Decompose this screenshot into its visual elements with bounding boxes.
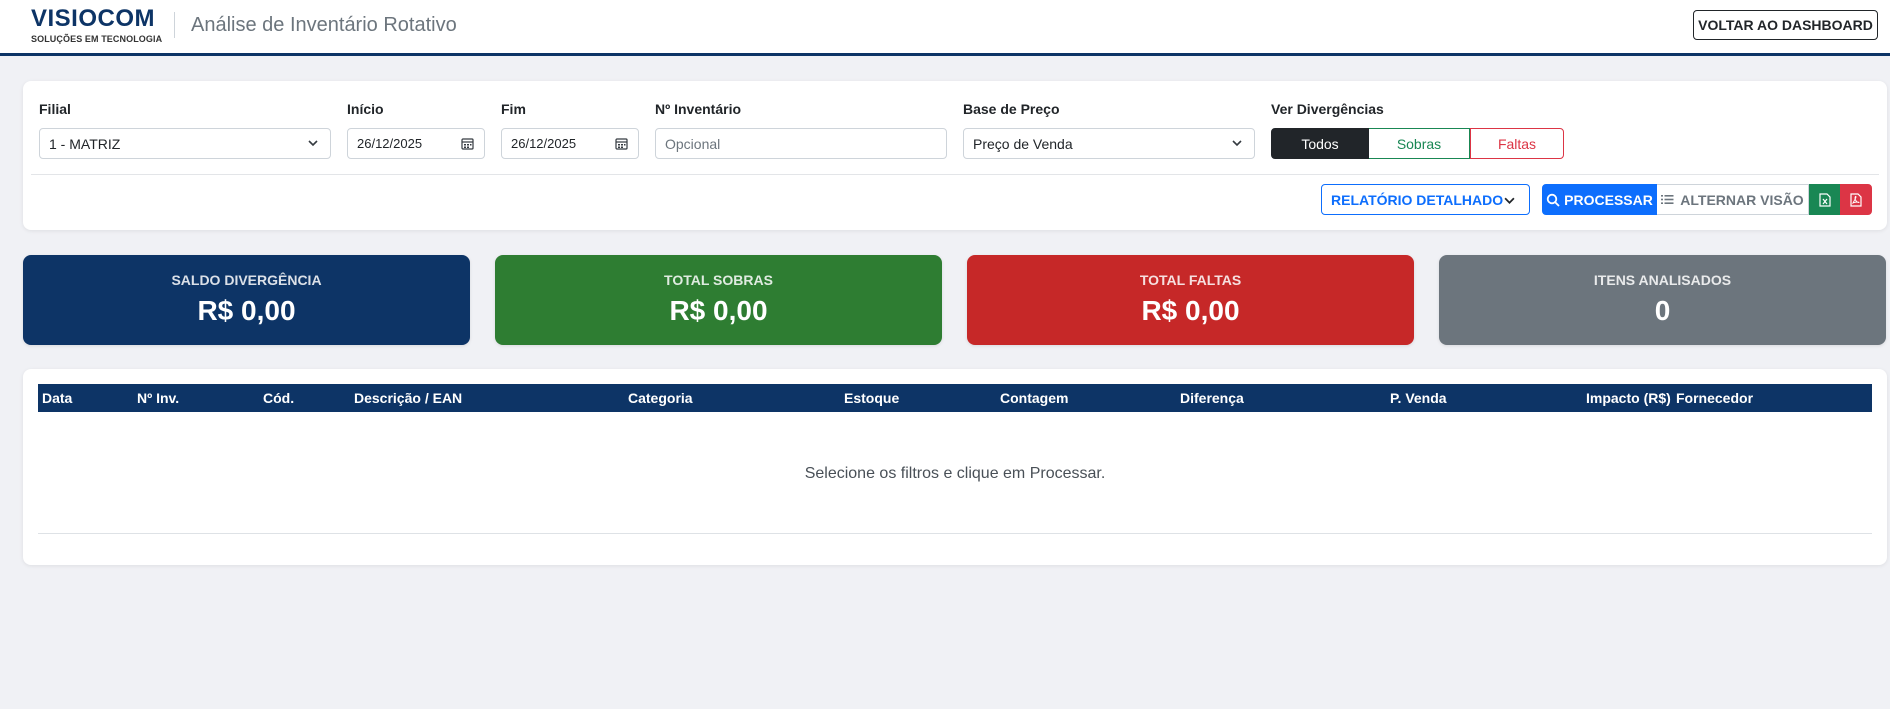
chevron-down-icon — [1232, 140, 1242, 147]
processar-button[interactable]: PROCESSAR — [1542, 184, 1657, 215]
col-categoria[interactable]: Categoria — [628, 390, 693, 406]
inventario-label: Nº Inventário — [655, 101, 742, 117]
kpi-label: ITENS ANALISADOS — [1593, 272, 1732, 288]
top-navbar: VISIOCOM SOLUÇÕES EM TECNOLOGIA Análise … — [0, 0, 1890, 56]
kpi-itens-analisados: ITENS ANALISADOS 0 — [1439, 255, 1886, 345]
fim-date-input[interactable]: 26/12/2025 — [501, 128, 639, 159]
brand-name: VISIOCOM — [31, 5, 156, 32]
inventario-placeholder: Opcional — [665, 135, 721, 152]
export-excel-button[interactable] — [1809, 184, 1840, 215]
alternar-label: ALTERNAR VISÃO — [1680, 191, 1804, 208]
table-bottom-border — [38, 533, 1872, 534]
back-to-dashboard-button[interactable]: VOLTAR AO DASHBOARD — [1693, 10, 1878, 40]
kpi-label: TOTAL SOBRAS — [664, 272, 773, 288]
filial-value: 1 - MATRIZ — [49, 135, 121, 152]
action-button-group: PROCESSAR ALTERNAR VISÃO — [1542, 184, 1872, 215]
results-table-card: Data Nº Inv. Cód. Descrição / EAN Catego… — [23, 369, 1887, 565]
fim-value: 26/12/2025 — [511, 136, 577, 151]
inicio-value: 26/12/2025 — [357, 136, 423, 151]
col-cod[interactable]: Cód. — [263, 390, 294, 406]
col-fornecedor[interactable]: Fornecedor — [1676, 390, 1753, 406]
kpi-value: R$ 0,00 — [1141, 295, 1240, 326]
filter-sobras-button[interactable]: Sobras — [1369, 128, 1470, 159]
divergencias-toggle-group: Todos Sobras Faltas — [1271, 128, 1564, 159]
col-contagem[interactable]: Contagem — [1000, 390, 1068, 406]
base-preco-select[interactable]: Preço de Venda — [963, 128, 1255, 159]
chevron-down-icon — [308, 140, 318, 147]
col-num-inv[interactable]: Nº Inv. — [137, 390, 179, 406]
col-data[interactable]: Data — [42, 390, 72, 406]
alternar-visao-button[interactable]: ALTERNAR VISÃO — [1657, 184, 1809, 215]
kpi-value: 0 — [1654, 295, 1671, 326]
file-excel-icon — [1818, 192, 1831, 207]
header-divider — [174, 12, 175, 38]
kpi-label: TOTAL FALTAS — [1139, 272, 1242, 288]
kpi-total-faltas: TOTAL FALTAS R$ 0,00 — [967, 255, 1414, 345]
kpi-value: R$ 0,00 — [669, 295, 768, 326]
relatorio-detalhado-dropdown[interactable]: RELATÓRIO DETALHADO — [1321, 184, 1530, 215]
col-diferenca[interactable]: Diferença — [1180, 390, 1244, 406]
file-pdf-icon — [1850, 192, 1862, 207]
calendar-icon[interactable] — [461, 137, 474, 150]
divergencias-label: Ver Divergências — [1271, 101, 1384, 117]
kpi-total-sobras: TOTAL SOBRAS R$ 0,00 — [495, 255, 942, 345]
relatorio-label: RELATÓRIO DETALHADO — [1331, 191, 1504, 208]
empty-state-message: Selecione os filtros e clique em Process… — [804, 465, 1106, 482]
kpi-label: SALDO DIVERGÊNCIA — [171, 272, 322, 288]
filter-todos-button[interactable]: Todos — [1271, 128, 1369, 159]
filial-label: Filial — [39, 101, 71, 117]
fim-label: Fim — [501, 101, 526, 117]
processar-label: PROCESSAR — [1564, 191, 1653, 208]
inicio-date-input[interactable]: 26/12/2025 — [347, 128, 485, 159]
filters-card: Filial 1 - MATRIZ Início 26/12/2025 Fim … — [23, 81, 1887, 230]
export-pdf-button[interactable] — [1840, 184, 1872, 215]
col-impacto[interactable]: Impacto (R$) — [1586, 390, 1671, 406]
filter-faltas-button[interactable]: Faltas — [1470, 128, 1564, 159]
base-preco-label: Base de Preço — [963, 101, 1060, 117]
brand-tagline: SOLUÇÕES EM TECNOLOGIA — [31, 34, 163, 44]
brand-logo[interactable]: VISIOCOM SOLUÇÕES EM TECNOLOGIA — [31, 5, 163, 45]
inicio-label: Início — [347, 101, 384, 117]
search-icon — [1546, 193, 1560, 207]
col-descricao[interactable]: Descrição / EAN — [354, 390, 462, 406]
kpi-value: R$ 0,00 — [197, 295, 296, 326]
filters-divider — [31, 174, 1879, 175]
filial-select[interactable]: 1 - MATRIZ — [39, 128, 331, 159]
page-title: Análise de Inventário Rotativo — [191, 14, 457, 36]
table-header: Data Nº Inv. Cód. Descrição / EAN Catego… — [38, 384, 1872, 412]
base-preco-value: Preço de Venda — [973, 135, 1073, 152]
calendar-icon[interactable] — [615, 137, 628, 150]
col-estoque[interactable]: Estoque — [844, 390, 899, 406]
list-icon — [1661, 195, 1674, 204]
inventario-input[interactable]: Opcional — [655, 128, 947, 159]
kpi-saldo-divergencia: SALDO DIVERGÊNCIA R$ 0,00 — [23, 255, 470, 345]
col-p-venda[interactable]: P. Venda — [1390, 390, 1447, 406]
chevron-down-icon — [1504, 197, 1515, 204]
